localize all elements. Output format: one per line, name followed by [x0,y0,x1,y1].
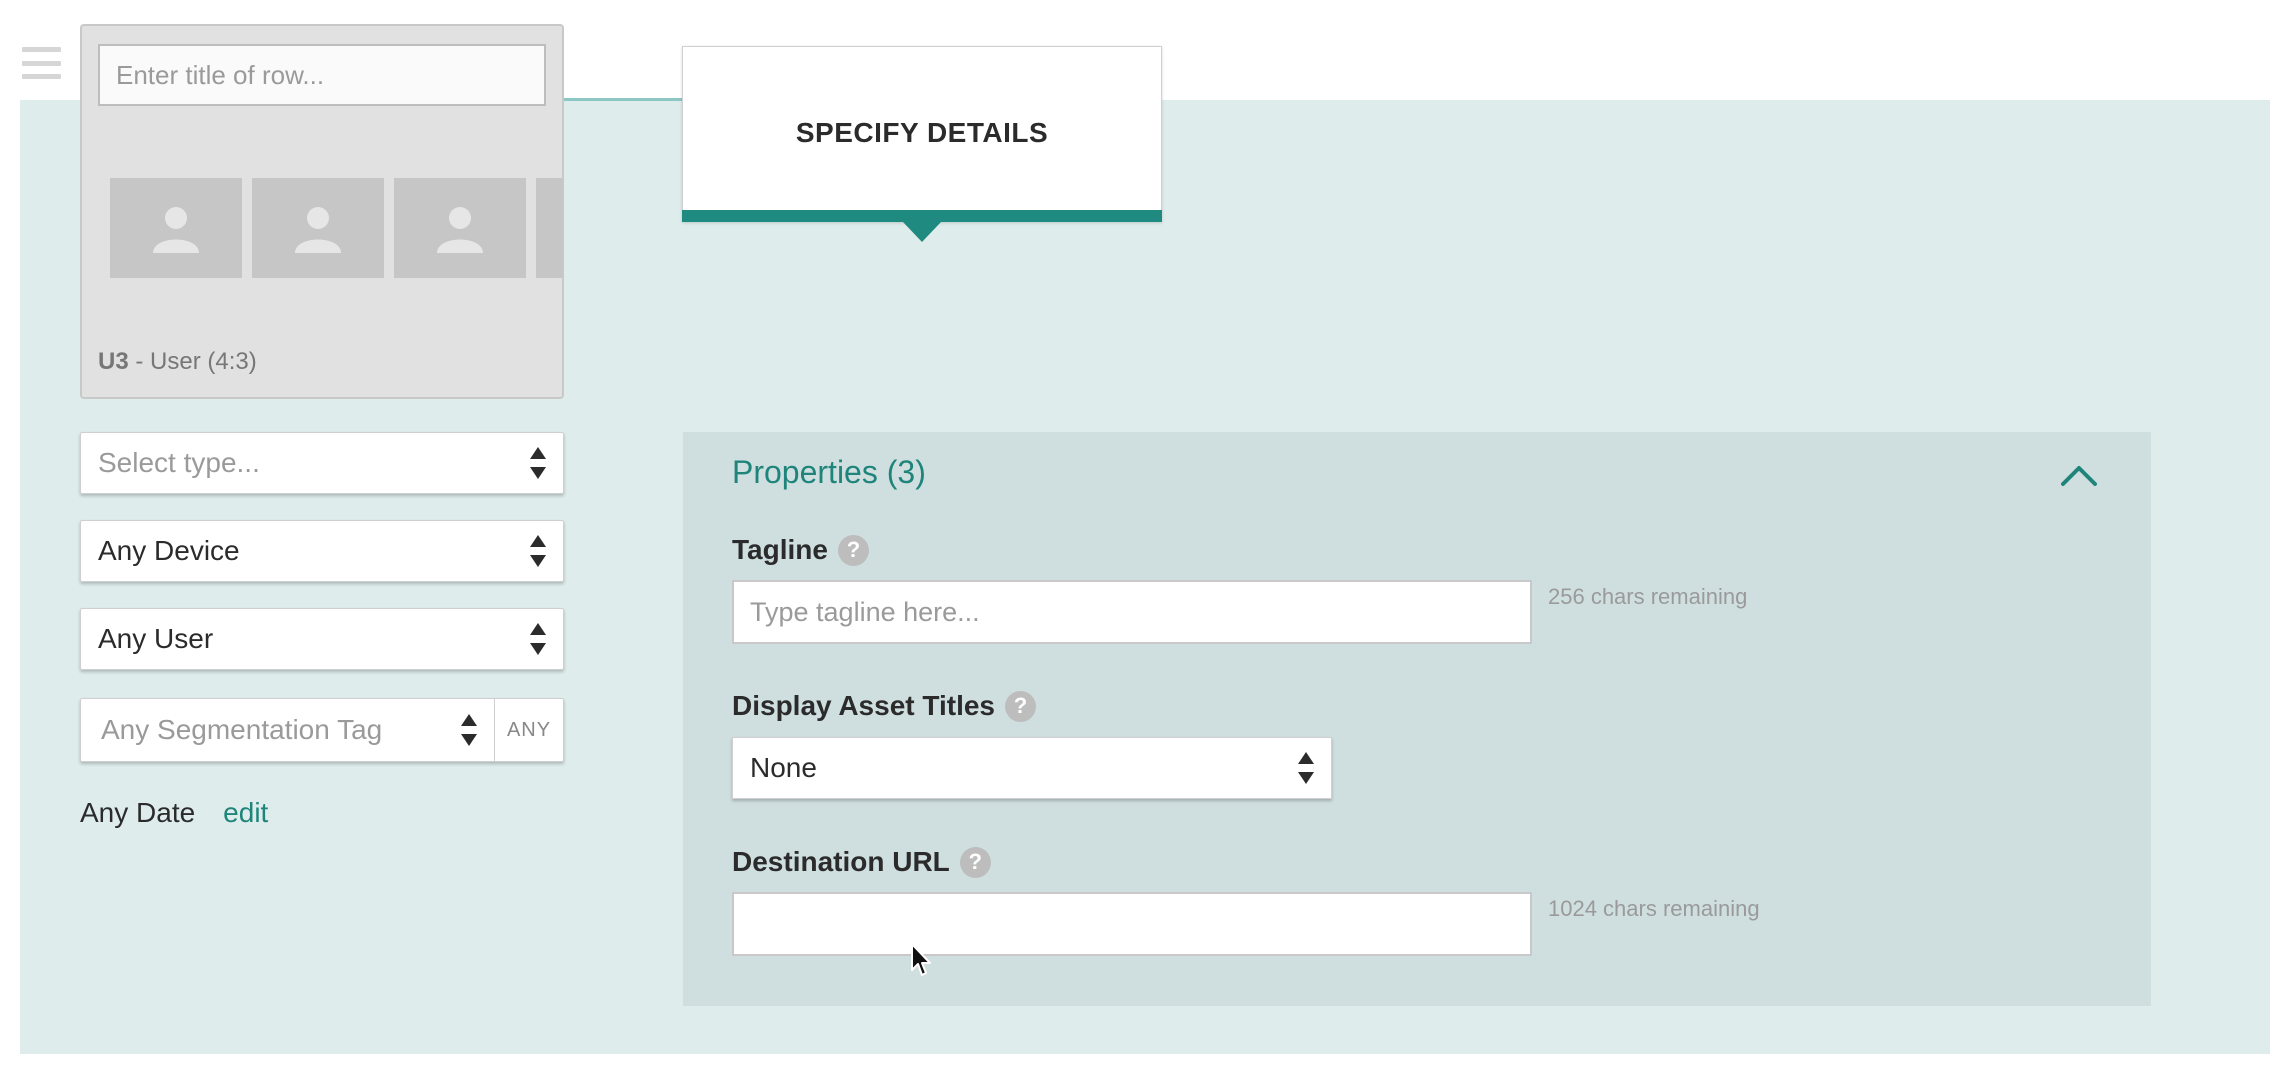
select-arrows-icon [530,447,546,479]
thumbnail-placeholder [110,178,242,278]
help-icon[interactable]: ? [837,534,869,566]
segmentation-mode-button[interactable]: ANY [495,699,563,761]
row-title-input[interactable] [98,44,546,106]
chevron-up-icon[interactable] [2059,460,2099,488]
display-asset-titles-select[interactable]: None [732,737,1332,799]
properties-title[interactable]: Properties (3) [732,454,926,491]
properties-panel: Properties (3) Tagline ? 256 chars remai… [683,432,2151,1006]
type-select-placeholder: Select type... [98,447,260,478]
tagline-label-text: Tagline [732,534,828,565]
segmentation-filter: Any Segmentation Tag ANY [80,698,564,762]
step-title: SPECIFY DETAILS [795,117,1049,148]
date-edit-link[interactable]: edit [223,797,268,829]
select-arrows-icon [461,714,477,746]
device-select[interactable]: Any Device [80,520,564,582]
user-icon [153,207,199,253]
device-select-value: Any Device [98,535,240,566]
destination-url-label-text: Destination URL [732,846,950,877]
date-filter: Any Date edit [80,797,268,829]
hamburger-menu-icon[interactable] [22,47,61,79]
step-pointer [903,222,941,242]
destination-url-input[interactable] [732,892,1532,956]
display-asset-titles-label: Display Asset Titles ? [732,690,1037,722]
tagline-label: Tagline ? [732,534,869,566]
step-active-bar [682,210,1162,222]
user-icon [295,207,341,253]
user-icon [437,207,483,253]
tagline-chars-remaining: 256 chars remaining [1548,584,1748,609]
thumbnail-placeholder [394,178,526,278]
destination-url-chars-remaining: 1024 chars remaining [1548,896,1760,921]
select-arrows-icon [530,535,546,567]
step-card[interactable]: SPECIFY DETAILS [682,46,1162,222]
page: U3 - User (4:3) Select type... Any Devic… [0,0,2292,1076]
type-select[interactable]: Select type... [80,432,564,494]
user-select[interactable]: Any User [80,608,564,670]
select-arrows-icon [530,623,546,655]
row-preview-card: U3 - User (4:3) [80,24,564,399]
mouse-pointer-icon [911,943,931,976]
row-meta: U3 - User (4:3) [98,348,257,376]
date-filter-label: Any Date [80,797,196,828]
row-meta-suffix: - User (4:3) [128,348,257,375]
thumbnail-placeholder [252,178,384,278]
segmentation-tag-placeholder: Any Segmentation Tag [101,714,383,745]
connector-line [563,98,683,101]
user-select-value: Any User [98,623,214,654]
destination-url-label: Destination URL ? [732,846,991,878]
display-asset-titles-value: None [750,752,817,783]
thumbnail-strip [110,178,562,278]
select-arrows-icon [1298,752,1314,784]
thumbnail-placeholder [536,178,562,278]
help-icon[interactable]: ? [959,846,991,878]
tagline-input[interactable] [732,580,1532,644]
row-code: U3 [98,348,129,375]
help-icon[interactable]: ? [1005,690,1037,722]
display-asset-titles-label-text: Display Asset Titles [732,690,996,721]
segmentation-tag-select[interactable]: Any Segmentation Tag [81,699,495,761]
